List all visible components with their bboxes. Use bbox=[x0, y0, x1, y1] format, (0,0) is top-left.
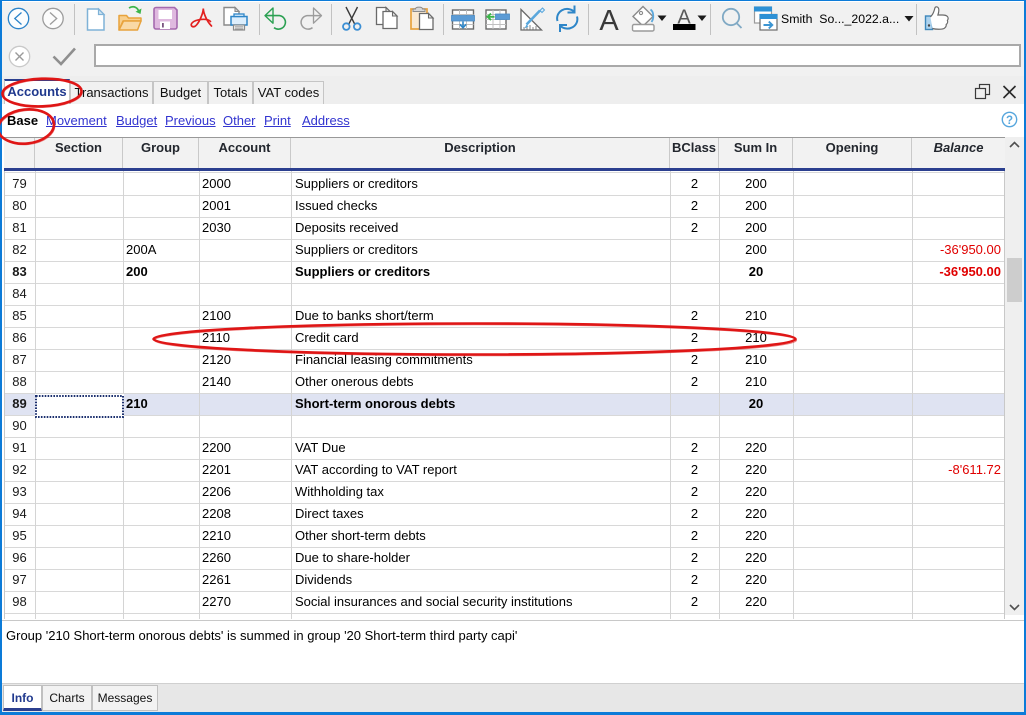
svg-text:?: ? bbox=[1006, 115, 1013, 127]
svg-text:Smith So..._2022.a...: Smith So..._2022.a... bbox=[781, 12, 899, 26]
svg-text:A: A bbox=[599, 5, 619, 37]
